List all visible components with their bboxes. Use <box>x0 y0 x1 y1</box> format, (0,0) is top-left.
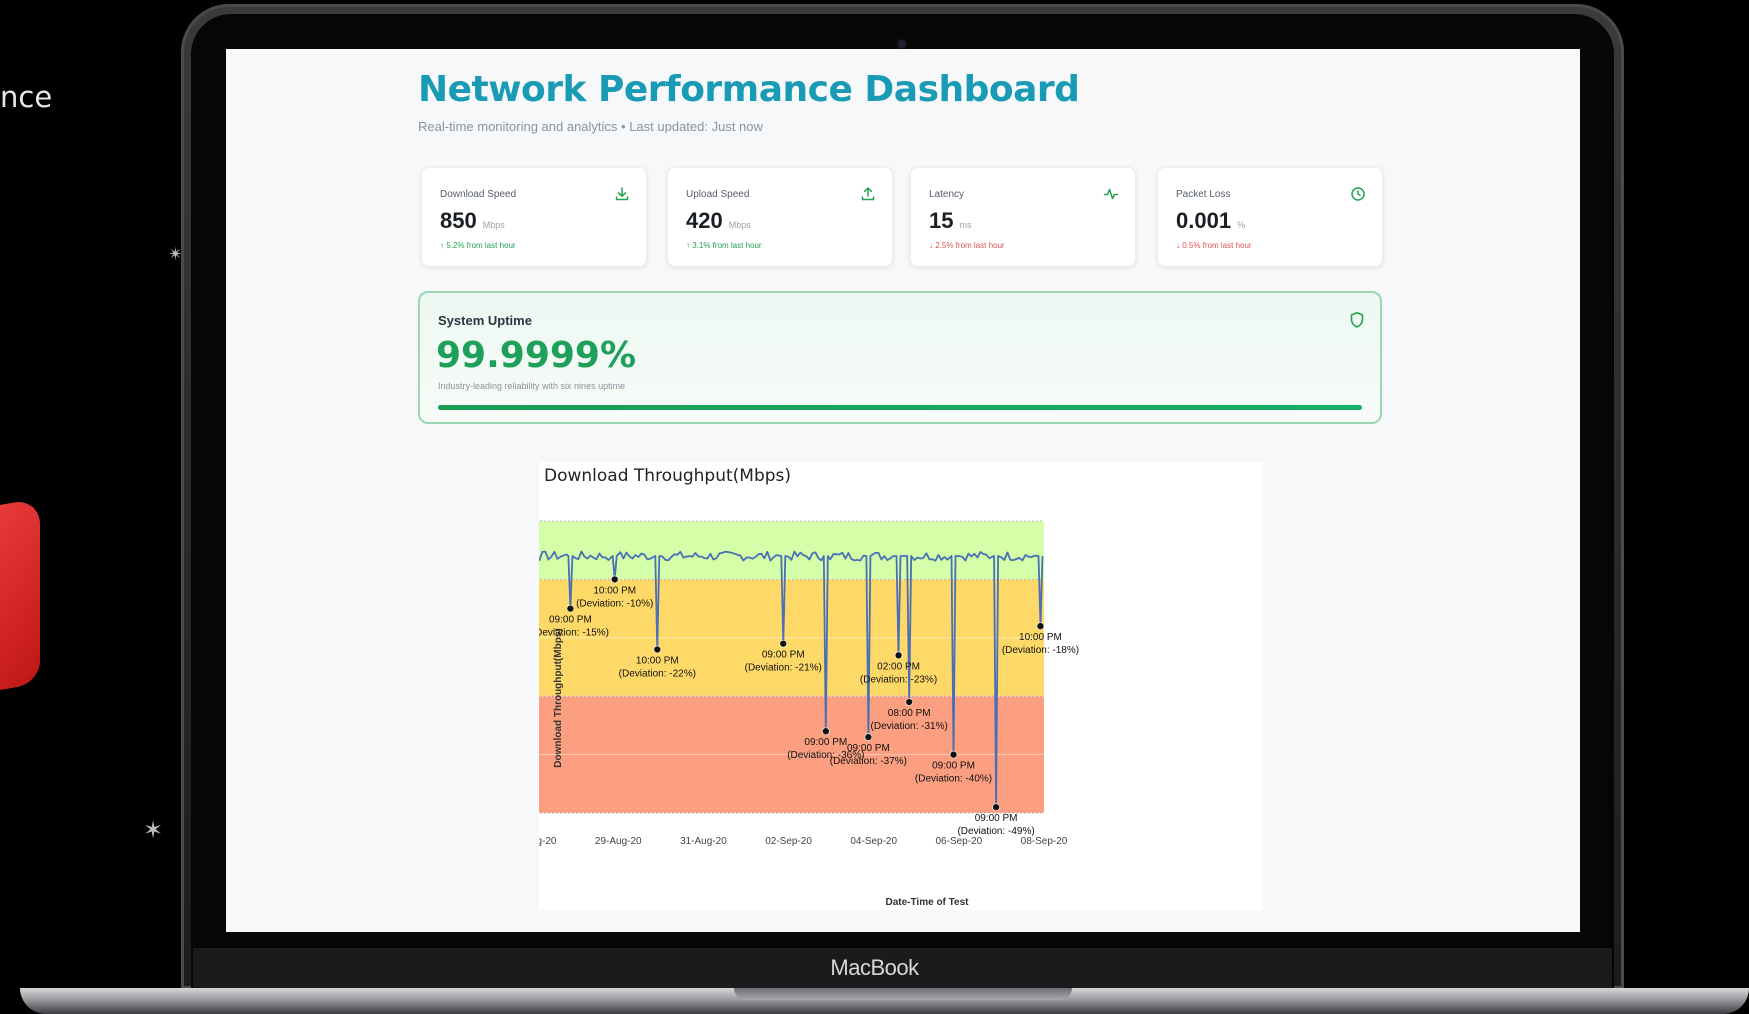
dip-point <box>949 750 958 759</box>
dip-point <box>905 698 913 706</box>
uptime-value: 99.9999% <box>436 335 637 376</box>
metric-number: 15 <box>929 208 954 233</box>
metric-label: Upload Speed <box>686 189 750 200</box>
metric-change: ↑ 3.1% from last hour <box>686 241 762 250</box>
metric-card-latency[interactable]: Latency 15 ms ↓ 2.5% from last hour <box>910 167 1136 267</box>
metric-unit: Mbps <box>482 220 505 230</box>
x-tick-label: 02-Sep-20 <box>765 836 812 847</box>
metric-change: ↓ 2.5% from last hour <box>929 241 1005 250</box>
dip-deviation-label: (Deviation: -23%) <box>860 674 937 685</box>
dip-point <box>610 575 619 584</box>
uptime-description: Industry-leading reliability with six ni… <box>438 381 626 391</box>
dip-point <box>1036 622 1045 630</box>
dip-deviation-label: (Deviation: -40%) <box>915 774 992 785</box>
decorative-shape <box>0 497 40 698</box>
dip-time-label: 09:00 PM <box>975 813 1018 824</box>
metric-card-packet-loss[interactable]: Packet Loss 0.001% ↓ 0.5% from last hour <box>1157 167 1383 267</box>
dip-point <box>566 604 575 613</box>
uptime-progress-track <box>438 405 1362 410</box>
metric-change: ↑ 5.2% from last hour <box>440 241 516 250</box>
dip-deviation-label: (Deviation: -31%) <box>871 721 948 732</box>
dip-point <box>779 639 788 648</box>
throughput-chart-svg: Download Throughput(Mbps) 100% of Line S… <box>539 466 1079 908</box>
dip-point <box>822 727 830 736</box>
dip-deviation-label: (Deviation: -49%) <box>957 826 1034 837</box>
x-tick-label: 06-Sep-20 <box>936 836 983 847</box>
dip-deviation-label: (Deviation: -37%) <box>830 756 907 767</box>
dip-time-label: 02:00 PM <box>877 661 920 672</box>
dip-time-label: 09:00 PM <box>804 737 847 748</box>
metric-value: 850 Mbps <box>440 208 505 234</box>
dip-time-label: 10:00 PM <box>593 585 636 596</box>
x-tick-label: 08-Sep-20 <box>1021 836 1068 847</box>
dip-time-label: 08:00 PM <box>888 708 931 719</box>
upload-icon <box>861 187 875 201</box>
laptop-screen: Network Performance Dashboard Real-time … <box>226 49 1580 932</box>
metric-unit: % <box>1237 220 1246 230</box>
dip-time-label: 09:00 PM <box>762 650 805 661</box>
metric-number: 0.001 <box>1176 208 1232 233</box>
dip-deviation-label: (Deviation: -18%) <box>1002 645 1079 656</box>
dip-deviation-label: (Deviation: -21%) <box>745 663 822 674</box>
dip-point <box>864 733 873 741</box>
x-tick-label: 27-Aug-20 <box>539 836 557 847</box>
x-tick-label: 04-Sep-20 <box>850 836 897 847</box>
backdrop-text: nce <box>0 80 53 114</box>
x-tick-label: 31-Aug-20 <box>680 836 727 847</box>
dip-time-label: 09:00 PM <box>932 761 975 772</box>
dip-point <box>992 803 1000 811</box>
clock-icon <box>1351 187 1365 201</box>
metric-value: 15 ms <box>929 208 971 234</box>
laptop-brand: MacBook <box>830 955 919 980</box>
page-subtitle: Real-time monitoring and analytics • Las… <box>418 119 763 134</box>
dip-point <box>653 645 662 654</box>
metric-unit: Mbps <box>728 220 751 230</box>
camera-icon <box>898 40 906 48</box>
metric-label: Latency <box>929 189 965 200</box>
metric-card-download[interactable]: Download Speed 850 Mbps ↑ 5.2% from last … <box>421 167 647 267</box>
x-axis-label: Date-Time of Test <box>886 897 970 908</box>
uptime-panel: System Uptime 99.9999% Industry-leading … <box>418 291 1382 424</box>
metric-unit: ms <box>959 220 972 230</box>
y-axis-label: Download Throughput(Mbps) <box>553 628 564 767</box>
dip-deviation-label: (Deviation: -15%) <box>539 628 609 639</box>
metric-label: Packet Loss <box>1176 189 1231 200</box>
activity-icon <box>1103 188 1119 200</box>
metric-card-upload[interactable]: Upload Speed 420 Mbps ↑ 3.1% from last ho… <box>667 167 893 267</box>
x-tick-label: 29-Aug-20 <box>595 836 642 847</box>
metric-number: 850 <box>440 208 477 233</box>
shield-icon <box>1350 312 1364 328</box>
uptime-progress-fill <box>438 405 1362 410</box>
dip-time-label: 09:00 PM <box>847 743 890 754</box>
metric-label: Download Speed <box>440 189 517 200</box>
chart-title: Download Throughput(Mbps) <box>544 466 791 486</box>
dip-time-label: 09:00 PM <box>549 615 592 626</box>
laptop-notch <box>734 988 1072 1000</box>
dip-time-label: 10:00 PM <box>636 655 679 666</box>
throughput-chart: Download Throughput(Mbps) 100% of Line S… <box>539 462 1263 910</box>
page-title: Network Performance Dashboard <box>418 69 1080 110</box>
sparkle-icon: ✶ <box>143 816 164 844</box>
uptime-label: System Uptime <box>438 313 532 328</box>
metric-value: 0.001% <box>1176 208 1245 234</box>
dip-time-label: 10:00 PM <box>1019 632 1062 643</box>
dip-point <box>894 651 903 660</box>
metric-change: ↓ 0.5% from last hour <box>1176 241 1252 250</box>
dip-deviation-label: (Deviation: -10%) <box>576 598 653 609</box>
dip-deviation-label: (Deviation: -22%) <box>619 668 696 679</box>
metric-value: 420 Mbps <box>686 208 751 234</box>
metric-number: 420 <box>686 208 723 233</box>
download-icon <box>615 187 629 201</box>
